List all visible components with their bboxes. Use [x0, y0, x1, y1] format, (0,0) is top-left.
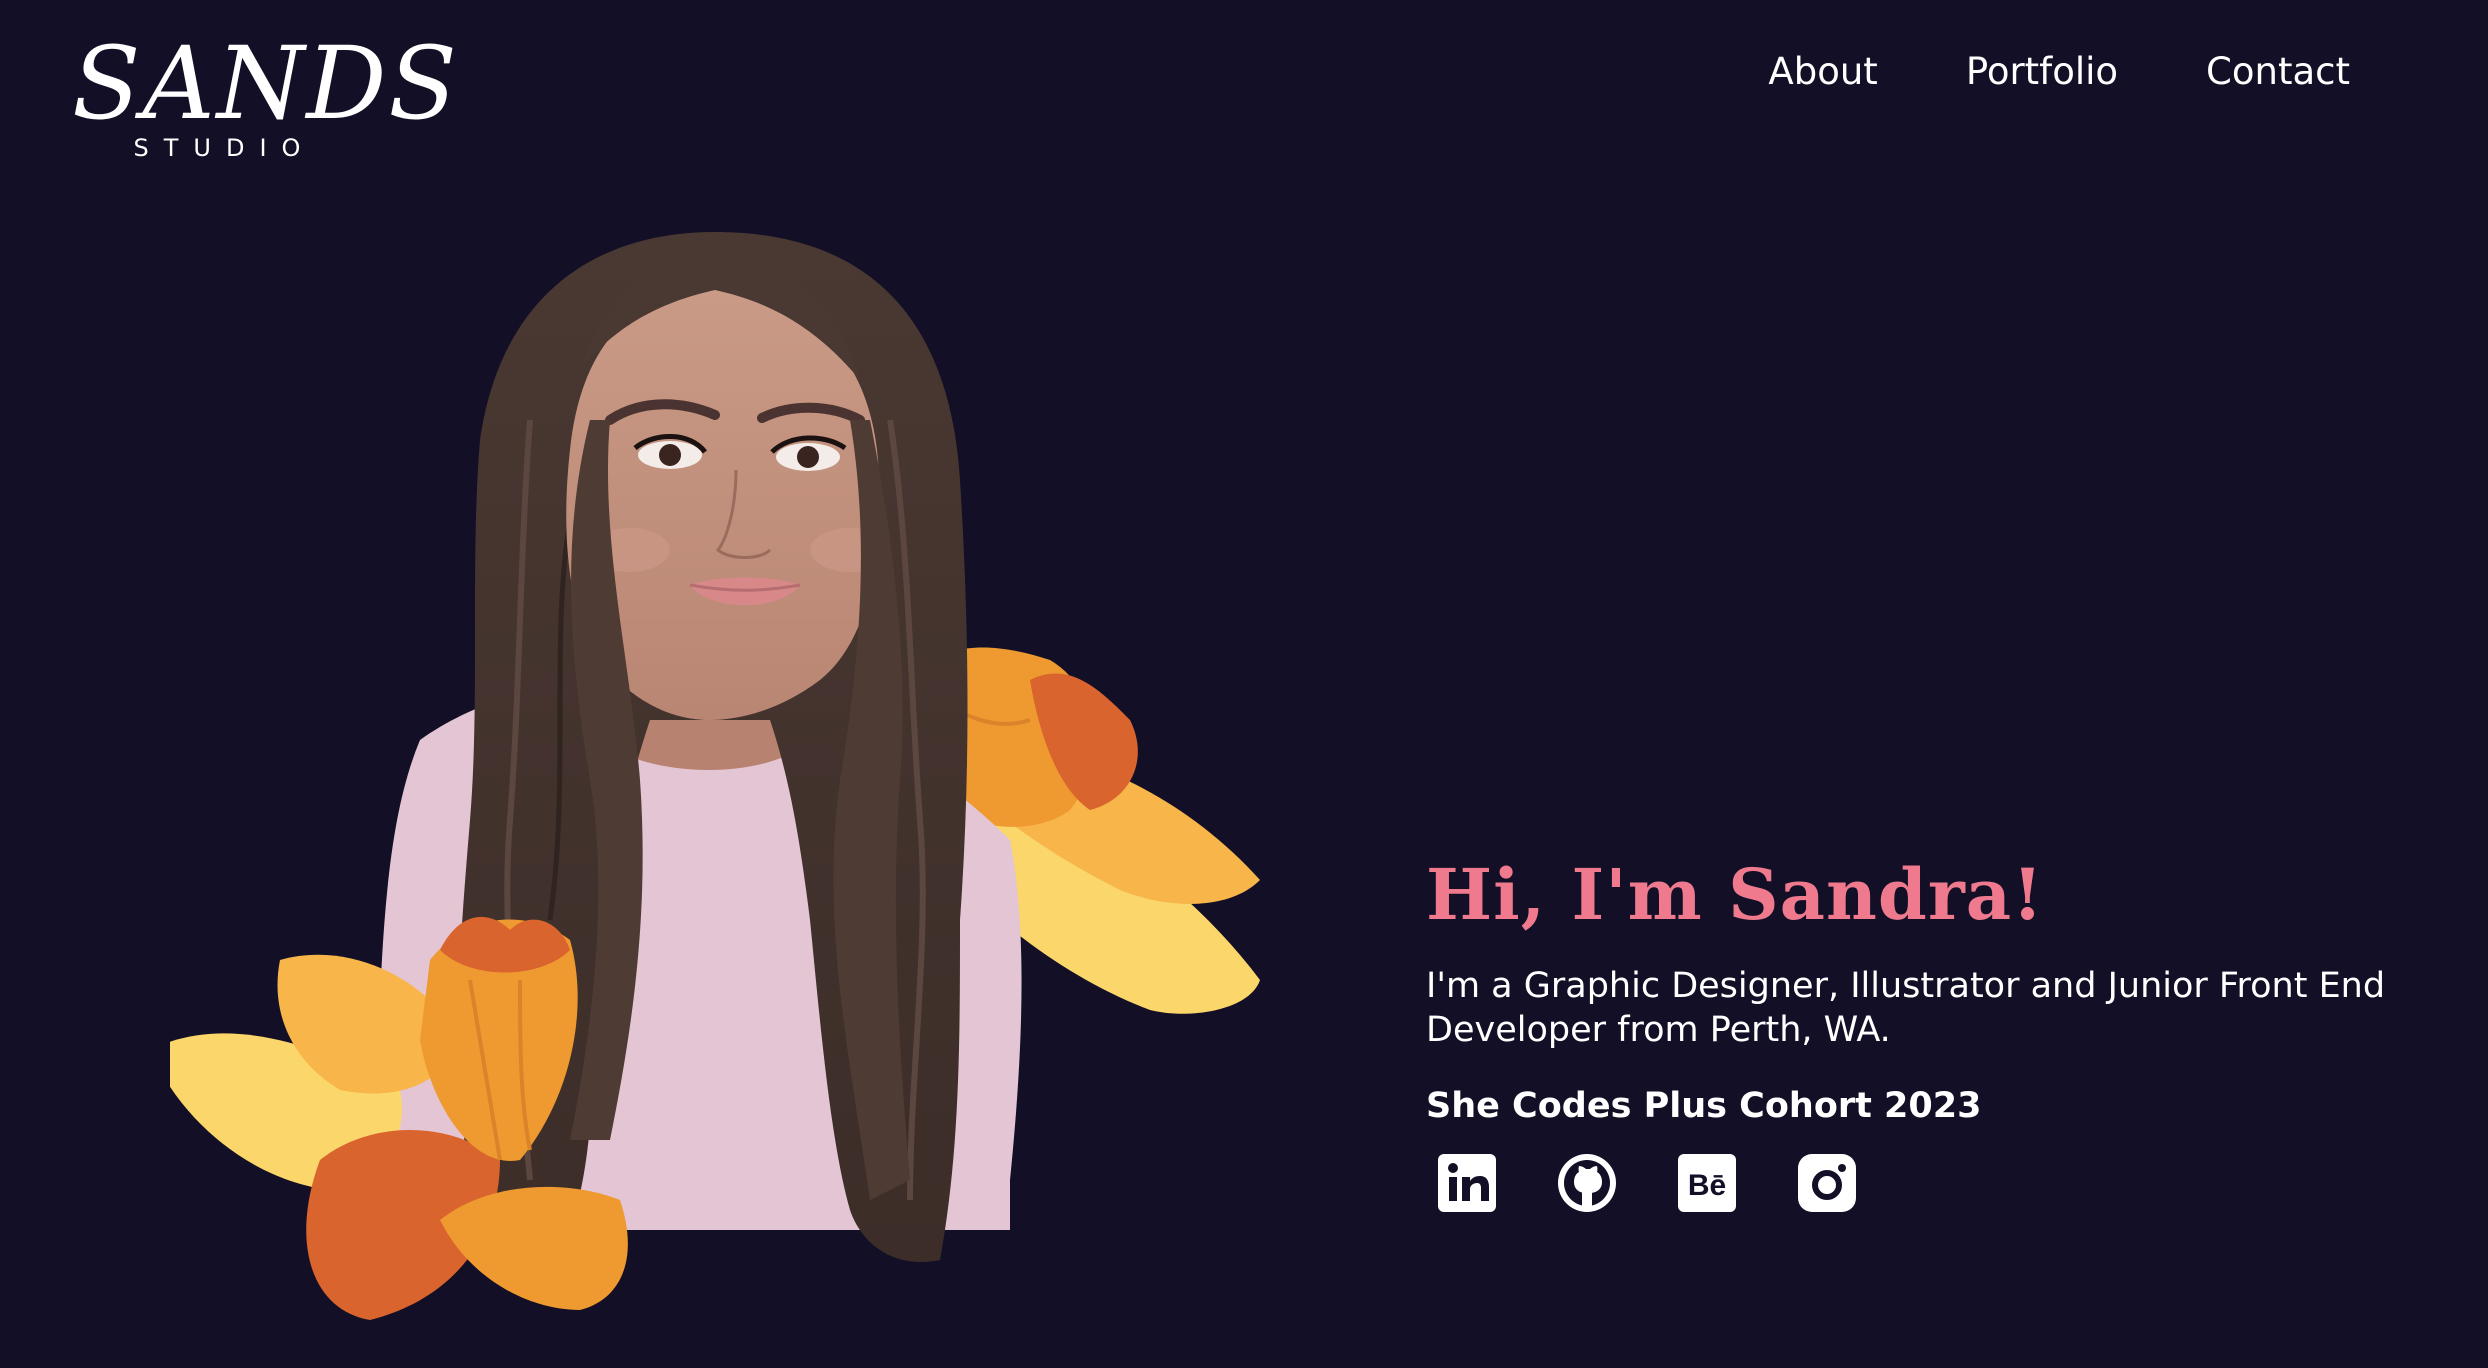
main-nav: About Portfolio Contact [1768, 50, 2350, 93]
linkedin-icon [1438, 1154, 1496, 1212]
brand-logo[interactable]: SANDS STUDIO [72, 25, 459, 163]
portrait-illustration [170, 232, 1260, 1320]
instagram-icon [1798, 1154, 1856, 1212]
nav-contact-link[interactable]: Contact [2206, 50, 2350, 93]
instagram-link[interactable] [1796, 1152, 1858, 1214]
nav-about-link[interactable]: About [1768, 50, 1877, 93]
github-icon [1558, 1154, 1616, 1212]
hero-cohort: She Codes Plus Cohort 2023 [1426, 1086, 1982, 1126]
github-link[interactable] [1556, 1152, 1618, 1214]
hero-greeting: Hi, I'm Sandra! [1426, 853, 2044, 936]
nav-portfolio-link[interactable]: Portfolio [1966, 50, 2118, 93]
hero-bio: I'm a Graphic Designer, Illustrator and … [1426, 966, 2386, 1050]
svg-text:Bē: Bē [1688, 1169, 1726, 1202]
social-links: Bē [1426, 1152, 2406, 1214]
behance-icon: Bē [1678, 1154, 1736, 1212]
hero-intro: Hi, I'm Sandra! I'm a Graphic Designer, … [1426, 850, 2406, 1214]
brand-name: SANDS [72, 25, 459, 142]
behance-link[interactable]: Bē [1676, 1152, 1738, 1214]
linkedin-link[interactable] [1436, 1152, 1498, 1214]
